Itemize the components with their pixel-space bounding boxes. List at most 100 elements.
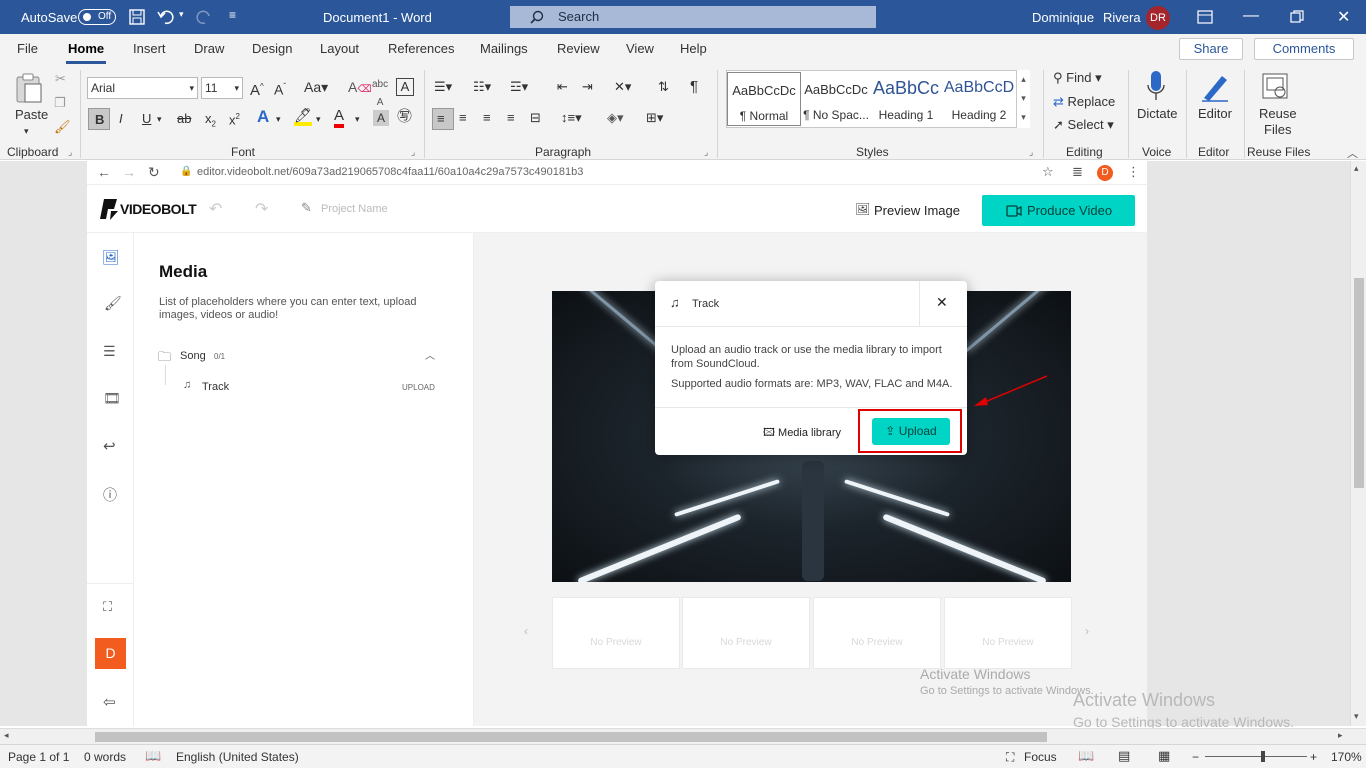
align-right-icon[interactable]: ≡ bbox=[483, 109, 491, 127]
align-left-button[interactable]: ≡ bbox=[432, 108, 454, 130]
undo-icon[interactable] bbox=[157, 8, 175, 26]
minimize-icon[interactable]: — bbox=[1243, 7, 1259, 25]
film-nav-icon[interactable]: 🎞 bbox=[103, 390, 121, 407]
copy-icon[interactable]: ❐ bbox=[54, 94, 66, 112]
videobolt-logo-text[interactable]: VIDEOBOLT bbox=[120, 201, 197, 217]
url-text[interactable]: editor.videobolt.net/609a73ad219065708c4… bbox=[197, 166, 583, 178]
app-undo-icon[interactable]: ↶ bbox=[209, 199, 222, 219]
close-window-icon[interactable]: ✕ bbox=[1337, 7, 1350, 27]
reuse-files-icon[interactable] bbox=[1261, 72, 1291, 102]
paragraph-launcher-icon[interactable]: ⌟ bbox=[704, 147, 708, 158]
styles-scroll[interactable]: ▴ ▾ ▾ bbox=[1016, 70, 1030, 128]
restore-icon[interactable] bbox=[1290, 10, 1304, 24]
zoom-out-icon[interactable]: − bbox=[1192, 750, 1199, 764]
microphone-icon[interactable] bbox=[1145, 70, 1167, 102]
align-center-icon[interactable]: ≡ bbox=[459, 109, 467, 127]
chevron-down-icon[interactable]: ▾ bbox=[316, 110, 321, 128]
comments-button[interactable]: Comments bbox=[1254, 38, 1354, 60]
sliders-nav-icon[interactable]: ☰ bbox=[103, 343, 116, 360]
track-upload-link[interactable]: UPLOAD bbox=[402, 383, 435, 392]
numbering-icon[interactable]: ☷▾ bbox=[473, 78, 491, 96]
thumbnails-next-icon[interactable]: › bbox=[1085, 624, 1089, 638]
subscript-icon[interactable]: x2 bbox=[205, 110, 216, 134]
zoom-slider-thumb[interactable] bbox=[1261, 751, 1265, 762]
more-options-icon[interactable]: ⋮ bbox=[1127, 164, 1140, 180]
shading-icon[interactable]: ◈▾ bbox=[607, 109, 624, 127]
user-avatar-app[interactable]: D bbox=[95, 638, 126, 669]
user-avatar[interactable]: DR bbox=[1146, 6, 1170, 30]
bookmark-star-icon[interactable]: ☆ bbox=[1042, 164, 1054, 180]
styles-launcher-icon[interactable]: ⌟ bbox=[1029, 147, 1033, 158]
clear-formatting-icon[interactable]: A⌫ bbox=[348, 78, 371, 99]
preview-image-button[interactable]: Preview Image bbox=[874, 203, 960, 218]
text-effects-icon[interactable]: A bbox=[257, 108, 269, 126]
focus-label[interactable]: Focus bbox=[1024, 750, 1057, 764]
read-mode-icon[interactable]: 📖 bbox=[1078, 748, 1094, 764]
character-shading-icon[interactable]: A bbox=[373, 110, 389, 126]
thumbnail[interactable]: No Preview bbox=[813, 597, 941, 669]
bold-button[interactable]: B bbox=[88, 108, 110, 130]
media-nav-icon[interactable]: 🖼 bbox=[102, 249, 120, 266]
tab-layout[interactable]: Layout bbox=[320, 41, 359, 56]
bullets-icon[interactable]: ☰▾ bbox=[434, 78, 452, 96]
chevron-up-icon[interactable]: ︿ bbox=[425, 347, 435, 362]
language[interactable]: English (United States) bbox=[176, 750, 299, 764]
enclose-characters-icon[interactable]: ㊢ bbox=[397, 108, 412, 126]
superscript-icon[interactable]: x2 bbox=[229, 108, 240, 129]
style-normal[interactable]: AaBbCcDc ¶ Normal bbox=[727, 72, 801, 126]
grow-font-icon[interactable]: A^ bbox=[250, 78, 264, 100]
style-heading-1[interactable]: AaBbCc Heading 1 bbox=[869, 72, 943, 126]
page-count[interactable]: Page 1 of 1 bbox=[8, 750, 69, 764]
font-launcher-icon[interactable]: ⌟ bbox=[411, 147, 415, 158]
tab-help[interactable]: Help bbox=[680, 41, 707, 56]
proofing-icon[interactable]: 📖 bbox=[145, 748, 161, 764]
paste-icon[interactable] bbox=[14, 72, 44, 104]
chevron-down-icon[interactable]: ▾ bbox=[355, 110, 360, 128]
tab-review[interactable]: Review bbox=[557, 41, 600, 56]
shrink-font-icon[interactable]: Aˇ bbox=[274, 78, 286, 99]
find-button[interactable]: ⚲ Find ▾ bbox=[1053, 69, 1102, 87]
chevron-down-icon[interactable]: ▾ bbox=[157, 110, 162, 128]
chevron-down-icon[interactable]: ▾ bbox=[276, 110, 281, 128]
font-color-icon[interactable]: A bbox=[334, 108, 345, 128]
style-no-spacing[interactable]: AaBbCcDc ¶ No Spac... bbox=[799, 72, 873, 126]
reload-icon[interactable]: ↻ bbox=[148, 164, 160, 181]
share-nav-icon[interactable]: ↩ bbox=[103, 437, 116, 455]
app-redo-icon[interactable]: ↷ bbox=[255, 199, 268, 219]
produce-video-button[interactable]: Produce Video bbox=[982, 195, 1135, 226]
increase-indent-icon[interactable]: ⇥ bbox=[582, 78, 593, 96]
italic-icon[interactable]: I bbox=[119, 110, 123, 128]
replace-button[interactable]: ⇄ Replace bbox=[1053, 93, 1115, 111]
save-icon[interactable] bbox=[129, 9, 145, 25]
clipboard-launcher-icon[interactable]: ⌟ bbox=[68, 147, 72, 158]
style-heading-2[interactable]: AaBbCcD Heading 2 bbox=[942, 72, 1016, 126]
dialog-close-icon[interactable]: ✕ bbox=[936, 294, 948, 311]
decrease-indent-icon[interactable]: ⇤ bbox=[557, 78, 568, 96]
show-formatting-icon[interactable]: ¶ bbox=[690, 78, 698, 96]
thumbnail[interactable]: No Preview bbox=[552, 597, 680, 669]
fullscreen-icon[interactable]: ⛶ bbox=[103, 599, 112, 615]
sort-icon[interactable]: ⇅ bbox=[658, 78, 669, 96]
character-border-icon[interactable]: A bbox=[396, 78, 414, 96]
forward-icon[interactable]: → bbox=[122, 164, 136, 180]
format-painter-icon[interactable]: 🖌 bbox=[54, 118, 71, 136]
tab-design[interactable]: Design bbox=[252, 41, 292, 56]
track-item-name[interactable]: Track bbox=[202, 381, 229, 393]
font-size-field[interactable]: 11 ▾ bbox=[201, 77, 243, 99]
collapse-ribbon-icon[interactable]: ︿ bbox=[1347, 145, 1358, 161]
tab-mailings[interactable]: Mailings bbox=[480, 41, 528, 56]
highlight-icon[interactable]: 🖊 bbox=[294, 108, 312, 126]
brush-nav-icon[interactable]: 🖌 bbox=[104, 295, 122, 312]
search-input[interactable]: Search bbox=[510, 6, 876, 28]
tab-view[interactable]: View bbox=[626, 41, 654, 56]
asian-layout-icon[interactable]: ✕▾ bbox=[614, 78, 631, 96]
help-nav-icon[interactable]: ⓘ bbox=[103, 485, 117, 505]
ribbon-display-icon[interactable] bbox=[1197, 10, 1213, 24]
focus-icon[interactable]: ⛶ bbox=[1006, 750, 1014, 765]
editor-label[interactable]: Editor bbox=[1198, 105, 1232, 123]
line-spacing-icon[interactable]: ↕≡▾ bbox=[561, 109, 582, 127]
undo-dropdown-icon[interactable]: ▾ bbox=[179, 9, 184, 20]
thumbnails-prev-icon[interactable]: ‹ bbox=[524, 624, 528, 638]
change-case-icon[interactable]: Aa▾ bbox=[304, 78, 328, 96]
zoom-level[interactable]: 170% bbox=[1331, 750, 1362, 764]
